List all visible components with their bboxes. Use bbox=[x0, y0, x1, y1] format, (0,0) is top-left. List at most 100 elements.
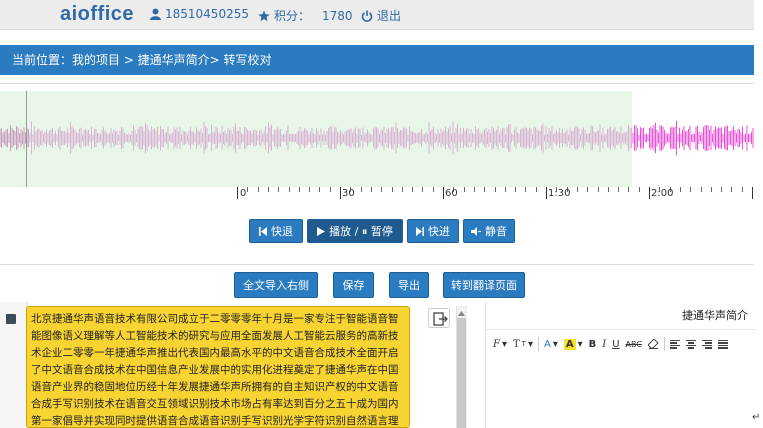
timeline-minor-tick bbox=[679, 187, 681, 192]
timeline-minor-tick bbox=[576, 187, 578, 192]
user-account[interactable]: 18510450255 bbox=[150, 7, 249, 21]
timeline-major-tick bbox=[546, 187, 547, 199]
timeline-minor-tick bbox=[504, 187, 506, 192]
action-bar: 全文导入右侧 保存 导出 转到翻译页面 bbox=[0, 272, 754, 298]
waveform-area[interactable] bbox=[0, 91, 754, 187]
save-button[interactable]: 保存 bbox=[333, 272, 374, 298]
points-value: 1780 bbox=[322, 8, 353, 23]
timeline-minor-tick bbox=[731, 187, 733, 192]
timeline-major-tick bbox=[752, 187, 753, 199]
underline-button[interactable]: U bbox=[611, 336, 620, 352]
step-forward-icon bbox=[416, 226, 424, 236]
time-label: 60 bbox=[445, 188, 458, 199]
timeline-minor-tick bbox=[370, 187, 372, 192]
timeline-minor-tick bbox=[401, 187, 403, 192]
mute-button[interactable]: 静音 bbox=[463, 219, 515, 243]
align-justify-icon[interactable] bbox=[717, 336, 729, 352]
points-label: 积分： bbox=[274, 9, 311, 23]
user-icon bbox=[150, 8, 161, 20]
align-left-icon[interactable] bbox=[669, 336, 681, 352]
step-back-icon bbox=[259, 226, 267, 236]
stop-icon[interactable] bbox=[6, 314, 16, 324]
power-icon bbox=[361, 10, 373, 22]
timeline-minor-tick bbox=[278, 187, 280, 192]
timeline-minor-tick bbox=[710, 187, 712, 192]
timeline-minor-tick bbox=[525, 187, 527, 192]
export-button[interactable]: 导出 bbox=[389, 272, 429, 298]
star-icon bbox=[258, 10, 270, 22]
timeline[interactable]: 0 30 60 1:30 2:00 bbox=[0, 187, 754, 203]
timeline-minor-tick bbox=[484, 187, 486, 192]
align-right-icon[interactable] bbox=[701, 336, 713, 352]
scrollbar-thumb[interactable] bbox=[457, 318, 466, 428]
forward-button[interactable]: 快进 bbox=[407, 219, 459, 243]
timeline-minor-tick bbox=[247, 187, 249, 192]
play-pause-button[interactable]: 播放 / ⏸ 暂停 bbox=[307, 219, 403, 243]
timeline-minor-tick bbox=[360, 187, 362, 192]
toolbar-separator bbox=[537, 337, 539, 351]
waveform[interactable] bbox=[0, 91, 754, 187]
time-label: 1:30 bbox=[548, 188, 571, 199]
logout-button[interactable]: 退出 bbox=[361, 7, 401, 24]
timeline-minor-tick bbox=[298, 187, 300, 192]
top-bar: aioffice 18510450255 积分： 1780 退出 bbox=[0, 0, 754, 30]
bold-button[interactable]: B bbox=[588, 336, 598, 352]
timeline-minor-tick bbox=[473, 187, 475, 192]
app-logo[interactable]: aioffice bbox=[60, 3, 134, 26]
chevron-down-icon: ▾ bbox=[501, 338, 507, 350]
play-icon bbox=[317, 226, 326, 236]
timeline-minor-tick bbox=[319, 187, 321, 192]
font-family-button[interactable]: F ▾ bbox=[492, 336, 508, 352]
timeline-major-tick bbox=[340, 187, 341, 199]
user-id: 18510450255 bbox=[165, 7, 249, 21]
strikethrough-button[interactable]: ABC bbox=[625, 336, 643, 352]
volume-icon bbox=[471, 226, 481, 236]
timeline-major-tick bbox=[649, 187, 650, 199]
highlight-color-button[interactable]: A ▾ bbox=[563, 336, 584, 352]
playhead-cursor[interactable] bbox=[26, 91, 27, 187]
timeline-minor-tick bbox=[288, 187, 290, 192]
logout-label: 退出 bbox=[377, 9, 402, 23]
rewind-button[interactable]: 快退 bbox=[249, 219, 303, 243]
timeline-minor-tick bbox=[329, 187, 331, 192]
time-label: 2:00 bbox=[651, 188, 674, 199]
font-color-button[interactable]: A ▾ bbox=[543, 336, 559, 352]
time-label: 0 bbox=[240, 188, 247, 199]
translate-page-button[interactable]: 转到翻译页面 bbox=[443, 272, 525, 298]
timeline-minor-tick bbox=[628, 187, 630, 192]
italic-button[interactable]: I bbox=[601, 336, 607, 352]
timeline-minor-tick bbox=[257, 187, 259, 192]
time-label: 30 bbox=[342, 188, 355, 199]
mute-label: 静音 bbox=[485, 225, 507, 238]
timeline-minor-tick bbox=[391, 187, 393, 192]
timeline-minor-tick bbox=[607, 187, 609, 192]
timeline-major-tick bbox=[237, 187, 238, 199]
toolbar-separator bbox=[663, 337, 665, 351]
editor-title: 捷通华声简介 bbox=[486, 302, 756, 330]
points-display: 积分： 1780 bbox=[258, 7, 353, 24]
forward-label: 快进 bbox=[428, 225, 450, 238]
editor-toolbar: F ▾ T T ▾ A ▾ A ▾ B I U ABC bbox=[486, 334, 756, 354]
import-right-button[interactable]: 全文导入右侧 bbox=[234, 272, 318, 298]
transcript-text[interactable]: 北京捷通华声语音技术有限公司成立于二零零零年十月是一家专注于智能语音智能图像语义… bbox=[26, 306, 410, 428]
eraser-icon[interactable] bbox=[647, 336, 660, 352]
rewind-label: 快退 bbox=[271, 225, 293, 238]
font-size-button[interactable]: T T ▾ bbox=[512, 336, 534, 352]
paragraph-return-icon: ↵ bbox=[752, 412, 761, 423]
timeline-minor-tick bbox=[638, 187, 640, 192]
align-center-icon[interactable] bbox=[685, 336, 697, 352]
timeline-minor-tick bbox=[587, 187, 589, 192]
import-to-editor-button[interactable] bbox=[428, 308, 450, 328]
timeline-minor-tick bbox=[618, 187, 620, 192]
timeline-minor-tick bbox=[700, 187, 702, 192]
rich-text-editor[interactable]: 捷通华声简介 F ▾ T T ▾ A ▾ A ▾ B I U ABC bbox=[485, 302, 756, 428]
timeline-minor-tick bbox=[412, 187, 414, 192]
timeline-minor-tick bbox=[741, 187, 743, 192]
timeline-minor-tick bbox=[690, 187, 692, 192]
timeline-minor-tick bbox=[422, 187, 424, 192]
scroll-up-arrow[interactable] bbox=[457, 307, 466, 316]
chevron-down-icon: ▾ bbox=[552, 338, 558, 350]
timeline-minor-tick bbox=[597, 187, 599, 192]
timeline-minor-tick bbox=[515, 187, 517, 192]
divider bbox=[0, 83, 754, 84]
